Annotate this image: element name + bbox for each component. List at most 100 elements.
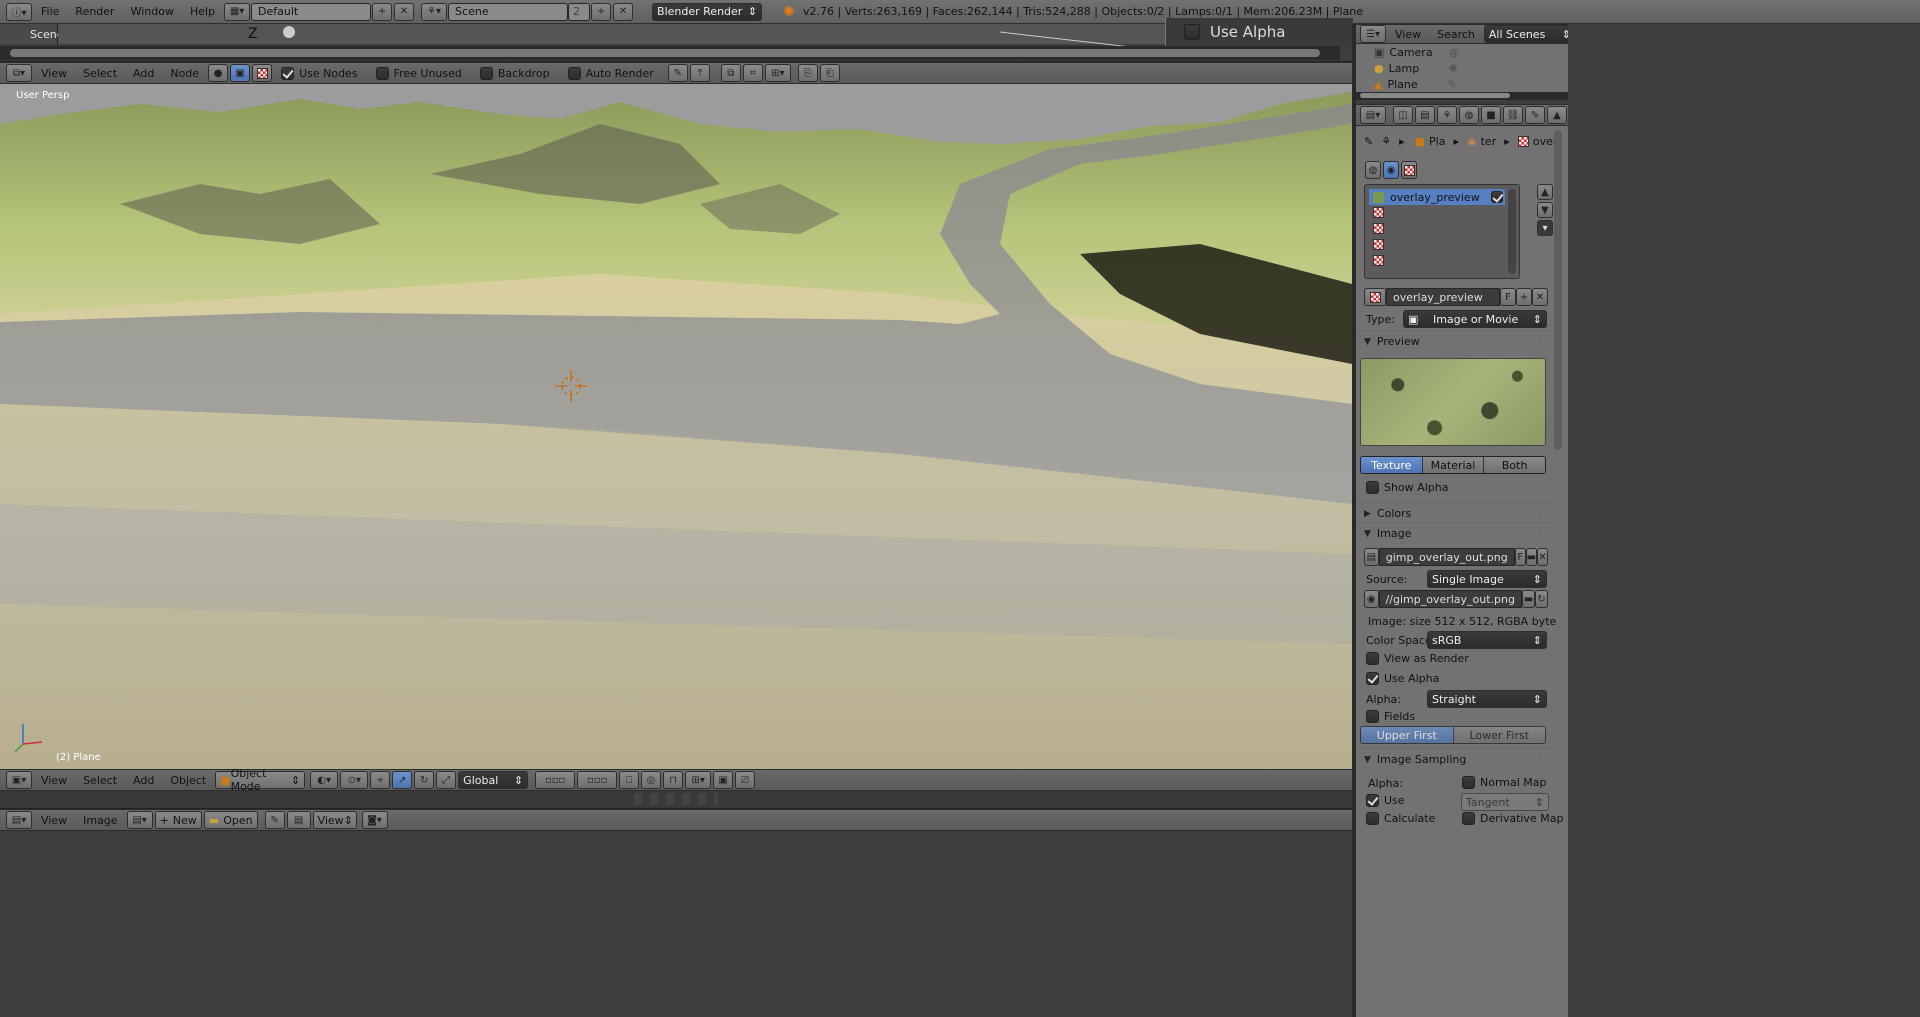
world-tab-icon[interactable]: ◍	[1459, 106, 1479, 124]
reload-image-icon[interactable]: ↻	[1535, 590, 1548, 608]
colors-panel-header[interactable]: ▶ Colors ⋮⋮	[1356, 502, 1552, 524]
object-tab-icon[interactable]: ■	[1481, 106, 1501, 124]
info-editor-type-button[interactable]: ⓘ▾	[6, 2, 32, 21]
pin-image-icon[interactable]: ✎	[264, 811, 285, 829]
fake-user-button[interactable]: F	[1500, 288, 1516, 306]
pivot-point-icon[interactable]: ⊙▾	[340, 771, 369, 789]
viewport-menu-object[interactable]: Object	[170, 774, 206, 787]
snap-element-icon[interactable]: ⊞▾	[685, 771, 712, 789]
shader-nodes-icon[interactable]: ●	[208, 64, 229, 82]
node-menu-add[interactable]: Add	[133, 67, 154, 80]
menu-window[interactable]: Window	[131, 5, 174, 18]
show-alpha-checkbox[interactable]	[1366, 481, 1379, 494]
normal-map-checkbox[interactable]	[1462, 776, 1475, 789]
image-editor-type-button[interactable]: ▤▾	[6, 811, 32, 829]
remove-screen-icon[interactable]: ✕	[394, 2, 415, 21]
image-name-field[interactable]: gimp_overlay_out.png	[1378, 548, 1515, 566]
tangent-dropdown[interactable]: Tangent ⇕	[1461, 793, 1549, 811]
texture-slot-2[interactable]	[1365, 205, 1519, 221]
drag-handle-icon[interactable]: ⋮⋮	[1526, 529, 1544, 539]
node-use-alpha-checkbox[interactable]	[1184, 24, 1200, 40]
viewport-menu-add[interactable]: Add	[133, 774, 154, 787]
remove-scene-icon[interactable]: ✕	[613, 2, 634, 21]
layers-icon[interactable]: ▫▫▫	[535, 771, 576, 789]
3d-viewport[interactable]: User Persp (2) Plane	[0, 84, 1352, 769]
image-menu-view[interactable]: View	[41, 814, 67, 827]
node-menu-node[interactable]: Node	[170, 67, 199, 80]
view-dropdown[interactable]: View ⇕	[312, 811, 357, 829]
viewport-menu-view[interactable]: View	[41, 774, 67, 787]
field-order-upper[interactable]: Upper First	[1361, 727, 1454, 743]
node-menu-select[interactable]: Select	[83, 67, 117, 80]
use-alpha-checkbox[interactable]	[1366, 672, 1379, 685]
preview-tab-texture[interactable]: Texture	[1361, 457, 1423, 473]
viewport-shading-icon[interactable]: ◐▾	[310, 771, 339, 789]
field-order-lower[interactable]: Lower First	[1453, 727, 1545, 743]
timeline-scrollbar[interactable]	[10, 49, 1320, 57]
snap-icon[interactable]: ⌗	[742, 64, 763, 82]
move-slot-up-icon[interactable]: ▲	[1537, 184, 1553, 200]
browse-image-icon[interactable]: ▤	[1364, 548, 1379, 566]
derivative-map-checkbox[interactable]	[1462, 812, 1475, 825]
screen-layout-field[interactable]: Default	[251, 2, 372, 21]
auto-render-checkbox[interactable]	[567, 66, 581, 80]
screen-layout-icon[interactable]: ▦▾	[224, 2, 251, 21]
view-mode-icon[interactable]: ▤	[286, 811, 311, 829]
display-channels-icon[interactable]: ◙▾	[361, 811, 388, 829]
texture-name-field[interactable]: overlay_preview	[1386, 288, 1500, 306]
texture-slot-3[interactable]	[1365, 221, 1519, 237]
free-unused-checkbox[interactable]	[375, 66, 389, 80]
render-layers-tab-icon[interactable]: ▤	[1415, 106, 1435, 124]
image-fake-user-button[interactable]: F	[1514, 548, 1526, 566]
outliner-scrollbar[interactable]	[1360, 93, 1510, 98]
properties-scrollbar[interactable]	[1554, 130, 1562, 450]
drag-handle-icon[interactable]: ⋮⋮	[1526, 337, 1544, 347]
timeline-marker-handle[interactable]	[283, 26, 295, 38]
material-texture-icon[interactable]: ◉	[1383, 161, 1399, 179]
node-editor-type-button[interactable]: ⧉▾	[6, 64, 32, 82]
menu-file[interactable]: File	[41, 5, 59, 18]
other-texture-icon[interactable]	[1401, 161, 1417, 179]
pin-icon[interactable]: ✎	[667, 64, 688, 82]
browse-file-icon[interactable]: ▬	[1522, 590, 1535, 608]
pin-icon[interactable]: ✎	[1364, 135, 1373, 148]
slot-specials-icon[interactable]: ▾	[1537, 220, 1553, 236]
translate-icon[interactable]: ↗	[392, 771, 413, 789]
unlink-texture-icon[interactable]: ✕	[1532, 288, 1548, 306]
new-image-button[interactable]: + New	[154, 811, 202, 829]
preview-panel-header[interactable]: ▼ Preview ⋮⋮	[1356, 330, 1552, 352]
orientation-dropdown[interactable]: Global ⇕	[458, 771, 529, 789]
open-image-button[interactable]: ▬ Open	[203, 811, 258, 829]
texture-slot-4[interactable]	[1365, 237, 1519, 253]
alpha-mode-dropdown[interactable]: Straight ⇕	[1427, 690, 1547, 708]
modifiers-tab-icon[interactable]: ✎	[1525, 106, 1545, 124]
drag-handle-icon[interactable]: ⋮⋮	[1526, 755, 1544, 765]
outliner-editor-type-button[interactable]: ☰▾	[1360, 25, 1386, 43]
paste-icon[interactable]: ⎗	[819, 64, 840, 82]
view-as-render-checkbox[interactable]	[1366, 652, 1379, 665]
rotate-icon[interactable]: ↻	[414, 771, 435, 789]
outliner-menu-search[interactable]: Search	[1437, 28, 1475, 41]
scene-field[interactable]: Scene	[448, 2, 569, 21]
mode-dropdown[interactable]: ■ Object Mode ⇕	[215, 767, 306, 793]
calculate-checkbox[interactable]	[1366, 812, 1379, 825]
compositing-nodes-icon[interactable]: ▣	[230, 64, 251, 82]
use-nodes-checkbox[interactable]	[281, 66, 295, 80]
render-engine-dropdown[interactable]: Blender Render ⇕	[652, 2, 763, 21]
filepath-field[interactable]: //gimp_overlay_out.png	[1378, 590, 1522, 608]
copy-nodes-icon[interactable]: ⧉	[720, 64, 741, 82]
manipulator-icon[interactable]: ⌖	[370, 771, 391, 789]
type-dropdown[interactable]: ▣ Image or Movie ⇕	[1403, 310, 1547, 328]
outliner-filter-dropdown[interactable]: All Scenes ⇕	[1483, 25, 1576, 43]
scene-tab-icon[interactable]: ⚘	[1437, 106, 1457, 124]
fields-checkbox[interactable]	[1366, 710, 1379, 723]
copy-icon[interactable]: ⎘	[797, 64, 818, 82]
menu-help[interactable]: Help	[190, 5, 215, 18]
properties-editor-type-button[interactable]: ▤▾	[1360, 106, 1386, 124]
add-scene-icon[interactable]: +	[591, 2, 612, 21]
image-panel-header[interactable]: ▼ Image ⋮⋮	[1356, 522, 1552, 544]
scale-icon[interactable]: ⤢	[436, 771, 457, 789]
render-animation-icon[interactable]: ⎚	[735, 771, 756, 789]
sampling-use-checkbox[interactable]	[1366, 794, 1379, 807]
texture-slot-enabled-checkbox[interactable]	[1491, 191, 1503, 203]
